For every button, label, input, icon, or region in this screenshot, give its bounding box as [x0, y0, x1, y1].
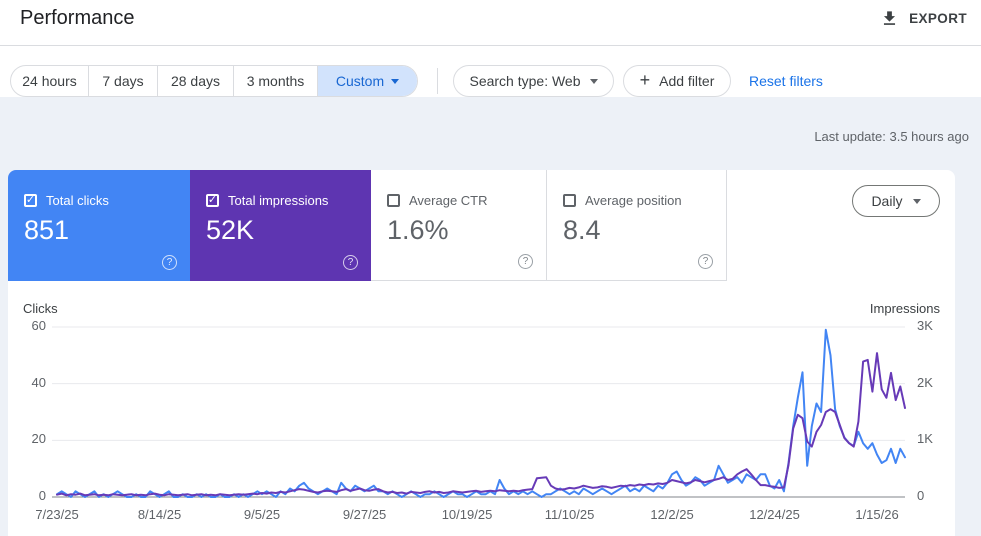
total-impressions-tile[interactable]: ✓ Total impressions 52K ? [190, 170, 371, 281]
x-axis-tick: 7/23/25 [35, 507, 79, 522]
average-ctr-checkbox[interactable] [387, 194, 400, 207]
granularity-label: Daily [871, 193, 903, 209]
right-axis-tick: 0 [917, 488, 925, 503]
add-filter-button[interactable]: + Add filter [623, 65, 731, 97]
search-console-performance-page: { "header": { "title": "Performance", "e… [0, 0, 981, 536]
filter-bar-divider [437, 68, 438, 94]
performance-chart: Clicks Impressions 0 20 40 60 0 1K 2K 3K 7/23/25… [8, 281, 955, 536]
x-axis-tick: 12/2/25 [650, 507, 694, 522]
date-range-custom[interactable]: Custom [317, 66, 417, 96]
series-total-impressions [56, 352, 906, 497]
right-axis-tick: 1K [917, 431, 933, 447]
performance-card: ✓ Total clicks 851 ? ✓ Total impressions… [8, 170, 955, 536]
right-axis-tick: 2K [917, 374, 933, 390]
x-axis-tick: 10/19/25 [441, 507, 493, 522]
help-icon[interactable]: ? [518, 254, 533, 269]
tile-label: Average CTR [409, 193, 488, 208]
x-axis-tick: 1/15/26 [855, 507, 899, 522]
average-position-tile[interactable]: Average position 8.4 ? [547, 170, 727, 281]
chevron-down-icon [912, 198, 921, 204]
tile-label: Total impressions [228, 193, 329, 208]
plus-icon: + [639, 70, 651, 90]
help-icon[interactable]: ? [343, 255, 358, 270]
date-range-24-hours[interactable]: 24 hours [11, 66, 88, 96]
total-clicks-checkbox[interactable]: ✓ [24, 194, 37, 207]
export-label: EXPORT [909, 10, 967, 26]
search-type-dropdown[interactable]: Search type: Web [453, 65, 614, 97]
x-axis-tick: 11/10/25 [544, 507, 595, 522]
download-icon [884, 10, 896, 25]
left-axis-tick: 40 [31, 374, 46, 390]
chevron-down-icon [391, 78, 400, 84]
header-divider [0, 45, 981, 46]
x-axis-tick: 9/27/25 [342, 507, 387, 522]
page-header: Performance EXPORT 24 hours 7 days 28 da… [0, 0, 981, 97]
right-axis-tick: 3K [917, 318, 933, 333]
total-impressions-value: 52K [206, 215, 255, 245]
tile-label: Total clicks [46, 193, 109, 208]
date-range-segmented-control: 24 hours 7 days 28 days 3 months Custom [10, 65, 418, 97]
tile-label: Average position [585, 193, 682, 208]
chart-canvas[interactable] [8, 281, 955, 536]
x-axis-tick: 12/24/25 [749, 507, 800, 522]
granularity-dropdown[interactable]: Daily [852, 185, 940, 217]
left-axis-tick: 0 [38, 488, 46, 503]
add-filter-label: Add filter [659, 73, 715, 89]
average-ctr-value: 1.6% [387, 215, 449, 245]
left-axis-tick: 60 [31, 318, 46, 333]
x-axis-tick: 8/14/25 [137, 507, 182, 522]
series-total-clicks [56, 328, 906, 498]
last-update-text: Last update: 3.5 hours ago [814, 129, 969, 144]
reset-filters-link[interactable]: Reset filters [749, 65, 823, 97]
help-icon[interactable]: ? [162, 255, 177, 270]
left-axis-tick: 20 [31, 431, 46, 447]
average-position-value: 8.4 [563, 215, 601, 245]
help-icon[interactable]: ? [698, 254, 713, 269]
date-range-28-days[interactable]: 28 days [157, 66, 233, 96]
search-type-label: Search type: Web [469, 73, 581, 89]
date-range-7-days[interactable]: 7 days [88, 66, 157, 96]
total-clicks-value: 851 [24, 215, 70, 245]
chevron-down-icon [589, 78, 598, 84]
export-button[interactable]: EXPORT [880, 5, 967, 31]
checkmark-icon: ✓ [207, 194, 218, 206]
checkmark-icon: ✓ [25, 194, 36, 206]
x-axis-tick: 9/5/25 [243, 507, 281, 522]
date-range-custom-label: Custom [335, 73, 385, 89]
page-title: Performance [20, 7, 135, 29]
average-position-checkbox[interactable] [563, 194, 576, 207]
date-range-3-months[interactable]: 3 months [233, 66, 317, 96]
total-impressions-checkbox[interactable]: ✓ [206, 194, 219, 207]
average-ctr-tile[interactable]: Average CTR 1.6% ? [371, 170, 547, 281]
total-clicks-tile[interactable]: ✓ Total clicks 851 ? [8, 170, 190, 281]
metric-tiles-row: ✓ Total clicks 851 ? ✓ Total impressions… [8, 170, 955, 281]
